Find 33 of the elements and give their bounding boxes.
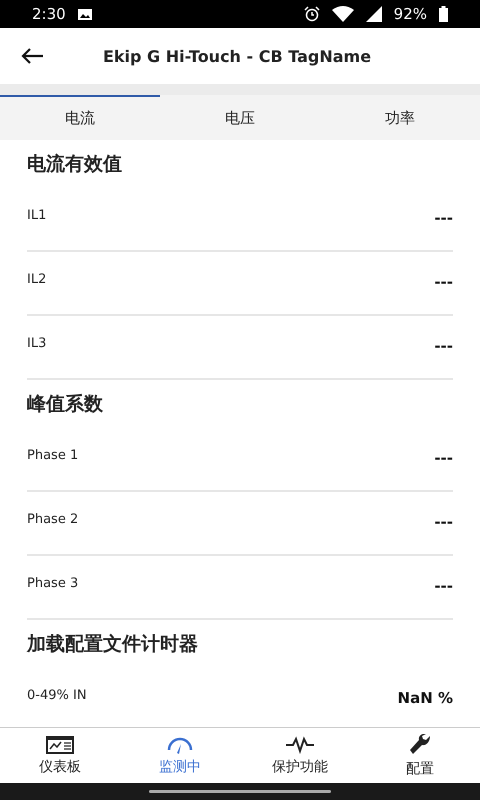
tab[interactable]: 电流 — [0, 95, 160, 140]
row-value: --- — [434, 273, 453, 291]
row-label: IL1 — [27, 208, 46, 222]
row-label: IL2 — [27, 272, 46, 286]
wrench-icon — [408, 734, 432, 756]
row-value: --- — [434, 337, 453, 355]
page-title: Ekip G Hi-Touch - CB TagName — [102, 46, 372, 66]
row-value: --- — [434, 209, 453, 227]
section-title: 电流有效值 — [27, 152, 123, 177]
status-time: 2:30 — [32, 5, 66, 23]
row-label: Phase 2 — [27, 512, 78, 526]
section-title: 加载配置文件计时器 — [27, 632, 199, 657]
row-label: 0-49% IN — [27, 688, 87, 702]
pulse-icon — [285, 736, 315, 754]
battery-percent: 92% — [394, 5, 427, 23]
row-label: Phase 3 — [27, 576, 78, 590]
dashboard-icon — [46, 736, 74, 754]
row-label: IL3 — [27, 336, 46, 350]
back-arrow-icon[interactable] — [20, 47, 44, 65]
row-label: Phase 1 — [27, 448, 78, 462]
battery-icon — [439, 6, 448, 22]
gauge-icon — [166, 736, 194, 754]
wifi-icon — [332, 6, 354, 22]
image-icon — [78, 8, 92, 20]
tab[interactable]: 功率 — [320, 95, 480, 140]
row-value: --- — [434, 513, 453, 531]
row-value: --- — [434, 577, 453, 595]
row-value: --- — [434, 449, 453, 467]
tab[interactable]: 电压 — [160, 95, 320, 140]
row-value: NaN % — [398, 689, 453, 707]
section-title: 峰值系数 — [27, 392, 104, 417]
signal-icon — [366, 6, 382, 22]
alarm-icon — [304, 6, 320, 22]
